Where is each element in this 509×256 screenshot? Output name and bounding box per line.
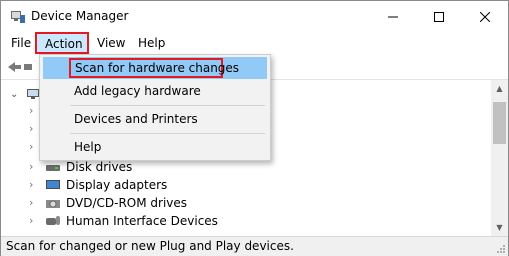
collapse-chevron-icon[interactable]: ⌄ [10, 89, 18, 100]
menu-separator [70, 133, 265, 134]
computer-icon [27, 89, 39, 99]
tree-row-hid[interactable]: › Human Interface Devices [1, 212, 491, 230]
scroll-thumb[interactable] [493, 102, 506, 144]
maximize-icon [434, 11, 444, 22]
close-icon [480, 11, 490, 22]
menu-help[interactable]: Help [134, 34, 169, 52]
hid-icon [46, 216, 60, 225]
expand-chevron-icon[interactable]: › [29, 176, 39, 194]
menu-item-devices-printers[interactable]: Devices and Printers [43, 108, 267, 130]
device-manager-icon [11, 11, 25, 23]
title-bar[interactable]: Device Manager [1, 1, 508, 32]
tree-row-label: Display adapters [66, 178, 168, 192]
expand-chevron-icon[interactable]: › [29, 102, 39, 120]
dvd-drive-icon [46, 200, 60, 208]
tree-row-dvd-drives[interactable]: › DVD/CD-ROM drives [1, 194, 491, 212]
maximize-button[interactable] [416, 1, 462, 32]
minimize-icon [388, 16, 398, 17]
menu-separator [70, 105, 265, 106]
scroll-up-icon[interactable]: ▲ [491, 80, 508, 97]
menu-view[interactable]: View [93, 34, 129, 52]
device-manager-window: Device Manager File Action View Help ⌄ › [0, 0, 509, 256]
menu-bar: File Action View Help [1, 32, 508, 54]
expand-chevron-icon[interactable]: › [29, 158, 39, 176]
expand-chevron-icon[interactable]: › [29, 212, 39, 230]
menu-item-label: Scan for hardware changes [75, 61, 240, 75]
back-icon[interactable] [7, 60, 37, 74]
menu-item-scan-hardware[interactable]: Scan for hardware changes [43, 57, 267, 79]
menu-file[interactable]: File [7, 34, 35, 52]
menu-item-label: Devices and Printers [74, 112, 198, 126]
tree-row-label: DVD/CD-ROM drives [66, 196, 188, 210]
expand-chevron-icon[interactable]: › [29, 120, 39, 138]
window-title: Device Manager [31, 9, 129, 23]
menu-item-help[interactable]: Help [43, 136, 267, 158]
tree-row-label: Human Interface Devices [66, 214, 218, 228]
expand-chevron-icon[interactable]: › [29, 138, 39, 156]
tree-row-display-adapters[interactable]: › Display adapters [1, 176, 491, 194]
menu-action[interactable]: Action [35, 32, 89, 54]
resize-grip-icon[interactable] [496, 244, 506, 254]
scroll-down-icon[interactable]: ▼ [491, 219, 508, 236]
menu-item-label: Help [74, 140, 102, 154]
vertical-scrollbar[interactable]: ▲ ▼ [491, 80, 508, 236]
menu-item-add-legacy-hardware[interactable]: Add legacy hardware [43, 80, 267, 102]
menu-item-label: Add legacy hardware [74, 84, 201, 98]
minimize-button[interactable] [370, 1, 416, 32]
close-button[interactable] [462, 1, 508, 32]
status-bar: Scan for changed or new Plug and Play de… [1, 236, 508, 256]
status-text: Scan for changed or new Plug and Play de… [6, 239, 294, 253]
disk-drive-icon [46, 165, 60, 171]
action-menu-dropdown: Scan for hardware changes Add legacy har… [39, 54, 271, 161]
display-adapter-icon [46, 180, 60, 189]
expand-chevron-icon[interactable]: › [29, 194, 39, 212]
